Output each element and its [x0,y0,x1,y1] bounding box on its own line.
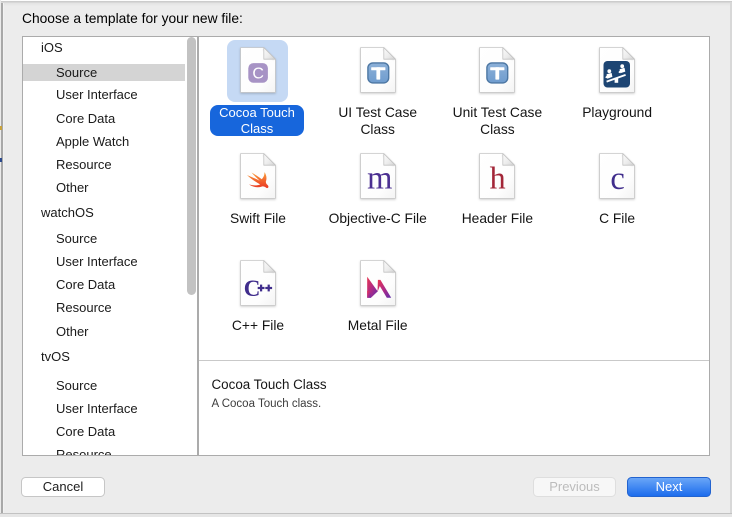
svg-text:m: m [367,161,392,197]
svg-text:h: h [490,159,506,195]
svg-text:c: c [610,161,624,197]
svg-text:C: C [252,65,264,82]
